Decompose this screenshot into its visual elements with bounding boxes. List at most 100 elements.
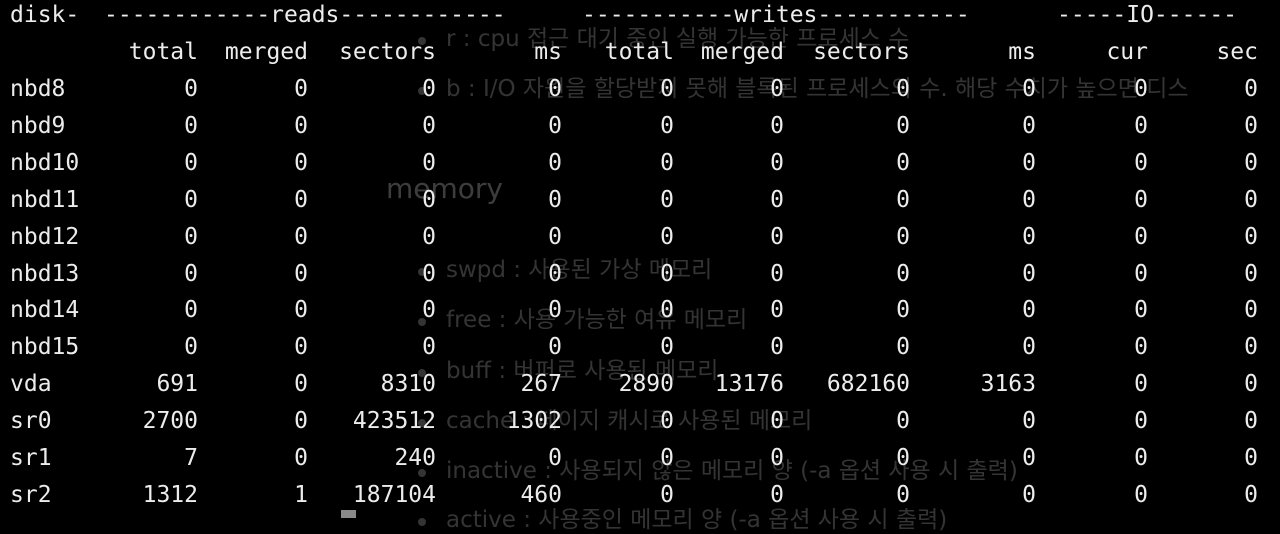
table-row: nbd10 0 0 0 0 0 0 0 0 0 0 bbox=[0, 145, 1280, 182]
column-header-reads-total: total bbox=[128, 39, 198, 65]
cell-reads-merged: 0 bbox=[294, 223, 308, 250]
cell-reads-total: 0 bbox=[184, 149, 198, 176]
cell-reads-sectors: 0 bbox=[422, 260, 436, 287]
cell-writes-sectors: 0 bbox=[896, 149, 910, 176]
group-header-row: disk- ------------reads------------ ----… bbox=[0, 0, 1280, 34]
cell-io-sec: 0 bbox=[1244, 223, 1258, 250]
column-header-reads-merged: merged bbox=[224, 39, 308, 65]
column-header-writes-ms: ms bbox=[1008, 39, 1036, 65]
column-header-writes-total: total bbox=[604, 39, 674, 65]
cell-io-sec: 0 bbox=[1244, 334, 1258, 361]
cell-writes-ms: 0 bbox=[1022, 149, 1036, 176]
cell-io-sec: 0 bbox=[1244, 149, 1258, 176]
cell-reads-ms: 0 bbox=[548, 186, 562, 213]
cell-writes-ms: 0 bbox=[1022, 481, 1036, 508]
cell-reads-sectors: 0 bbox=[422, 334, 436, 361]
table-row: nbd14 0 0 0 0 0 0 0 0 0 0 bbox=[0, 292, 1280, 329]
cell-reads-sectors: 0 bbox=[422, 149, 436, 176]
cell-io-cur: 0 bbox=[1134, 408, 1148, 435]
cell-io-cur: 0 bbox=[1134, 260, 1148, 287]
cell-writes-ms: 3163 bbox=[980, 371, 1036, 398]
disk-name: nbd15 bbox=[10, 334, 80, 361]
cell-io-cur: 0 bbox=[1134, 186, 1148, 213]
cell-reads-sectors: 240 bbox=[394, 445, 436, 471]
cell-writes-ms: 0 bbox=[1022, 297, 1036, 324]
table-row: sr2 1312 1 187104 460 0 0 0 0 0 0 bbox=[0, 477, 1280, 514]
cell-writes-merged: 0 bbox=[770, 186, 784, 213]
cell-reads-total: 0 bbox=[184, 112, 198, 139]
cell-writes-merged: 0 bbox=[770, 112, 784, 139]
cell-reads-ms: 460 bbox=[520, 481, 562, 508]
cell-io-cur: 0 bbox=[1134, 297, 1148, 324]
terminal-cursor bbox=[341, 510, 356, 518]
disk-name: nbd13 bbox=[10, 260, 80, 287]
cell-writes-merged: 0 bbox=[770, 481, 784, 508]
cell-io-sec: 0 bbox=[1244, 186, 1258, 213]
cell-writes-ms: 0 bbox=[1022, 334, 1036, 361]
table-row: nbd9 0 0 0 0 0 0 0 0 0 0 bbox=[0, 108, 1280, 145]
cell-reads-ms: 0 bbox=[548, 223, 562, 250]
cell-reads-total: 0 bbox=[184, 223, 198, 250]
cell-reads-merged: 0 bbox=[294, 408, 308, 435]
terminal-window[interactable]: disk- ------------reads------------ ----… bbox=[0, 0, 1280, 518]
table-row: nbd12 0 0 0 0 0 0 0 0 0 0 bbox=[0, 219, 1280, 256]
cell-io-sec: 0 bbox=[1244, 481, 1258, 508]
cell-writes-total: 0 bbox=[660, 223, 674, 250]
column-header-writes-sectors: sectors bbox=[813, 39, 910, 65]
cell-io-sec: 0 bbox=[1244, 112, 1258, 139]
table-row: nbd11 0 0 0 0 0 0 0 0 0 0 bbox=[0, 182, 1280, 219]
cell-writes-sectors: 0 bbox=[896, 223, 910, 250]
cell-writes-sectors: 0 bbox=[896, 334, 910, 361]
cell-writes-sectors: 0 bbox=[896, 297, 910, 324]
cell-writes-merged: 0 bbox=[770, 297, 784, 324]
cell-reads-ms: 0 bbox=[548, 149, 562, 176]
cell-reads-sectors: 423512 bbox=[352, 408, 436, 435]
cell-reads-merged: 0 bbox=[294, 112, 308, 139]
cell-reads-merged: 0 bbox=[294, 371, 308, 398]
disk-name: sr2 bbox=[10, 481, 52, 508]
cell-writes-ms: 0 bbox=[1022, 408, 1036, 435]
cell-writes-ms: 0 bbox=[1022, 76, 1036, 102]
group-header-reads: ------------reads------------ bbox=[104, 2, 506, 28]
cell-reads-merged: 0 bbox=[294, 186, 308, 213]
cell-writes-sectors: 0 bbox=[896, 186, 910, 213]
cell-io-sec: 0 bbox=[1244, 297, 1258, 324]
disk-name: sr0 bbox=[10, 408, 52, 435]
cell-reads-ms: 0 bbox=[548, 334, 562, 361]
cell-reads-merged: 0 bbox=[294, 445, 308, 471]
group-header-io: -----IO------ bbox=[1057, 2, 1238, 28]
cell-io-cur: 0 bbox=[1134, 76, 1148, 102]
cell-io-sec: 0 bbox=[1244, 408, 1258, 435]
cell-writes-ms: 0 bbox=[1022, 223, 1036, 250]
cell-reads-total: 1312 bbox=[142, 481, 198, 508]
table-row: nbd15 0 0 0 0 0 0 0 0 0 0 bbox=[0, 329, 1280, 366]
cell-writes-sectors: 0 bbox=[896, 481, 910, 508]
cell-io-sec: 0 bbox=[1244, 371, 1258, 398]
column-header-writes-merged: merged bbox=[700, 39, 784, 65]
group-header-disk: disk- bbox=[10, 2, 80, 28]
cell-writes-total: 0 bbox=[660, 149, 674, 176]
cell-reads-merged: 0 bbox=[294, 334, 308, 361]
column-header-io-cur: cur bbox=[1106, 39, 1148, 65]
cell-writes-merged: 0 bbox=[770, 223, 784, 250]
cell-reads-sectors: 0 bbox=[422, 76, 436, 102]
cell-io-sec: 0 bbox=[1244, 445, 1258, 471]
cell-reads-sectors: 0 bbox=[422, 223, 436, 250]
cell-writes-merged: 0 bbox=[770, 445, 784, 471]
table-row: sr1 7 0 240 0 0 0 0 0 0 0 bbox=[0, 440, 1280, 477]
disk-name: nbd12 bbox=[10, 223, 80, 250]
cell-writes-total: 0 bbox=[660, 76, 674, 102]
table-row: nbd8 0 0 0 0 0 0 0 0 0 0 bbox=[0, 71, 1280, 108]
cell-reads-sectors: 0 bbox=[422, 297, 436, 324]
cell-writes-sectors: 682160 bbox=[826, 371, 910, 398]
cell-io-cur: 0 bbox=[1134, 334, 1148, 361]
cell-writes-total: 0 bbox=[660, 445, 674, 471]
cell-writes-ms: 0 bbox=[1022, 112, 1036, 139]
column-header-reads-ms: ms bbox=[534, 39, 562, 65]
cell-writes-merged: 0 bbox=[770, 334, 784, 361]
disk-name: nbd9 bbox=[10, 112, 66, 139]
cell-writes-merged: 13176 bbox=[714, 371, 784, 398]
cell-writes-sectors: 0 bbox=[896, 408, 910, 435]
disk-name: nbd11 bbox=[10, 186, 80, 213]
cell-reads-ms: 0 bbox=[548, 260, 562, 287]
